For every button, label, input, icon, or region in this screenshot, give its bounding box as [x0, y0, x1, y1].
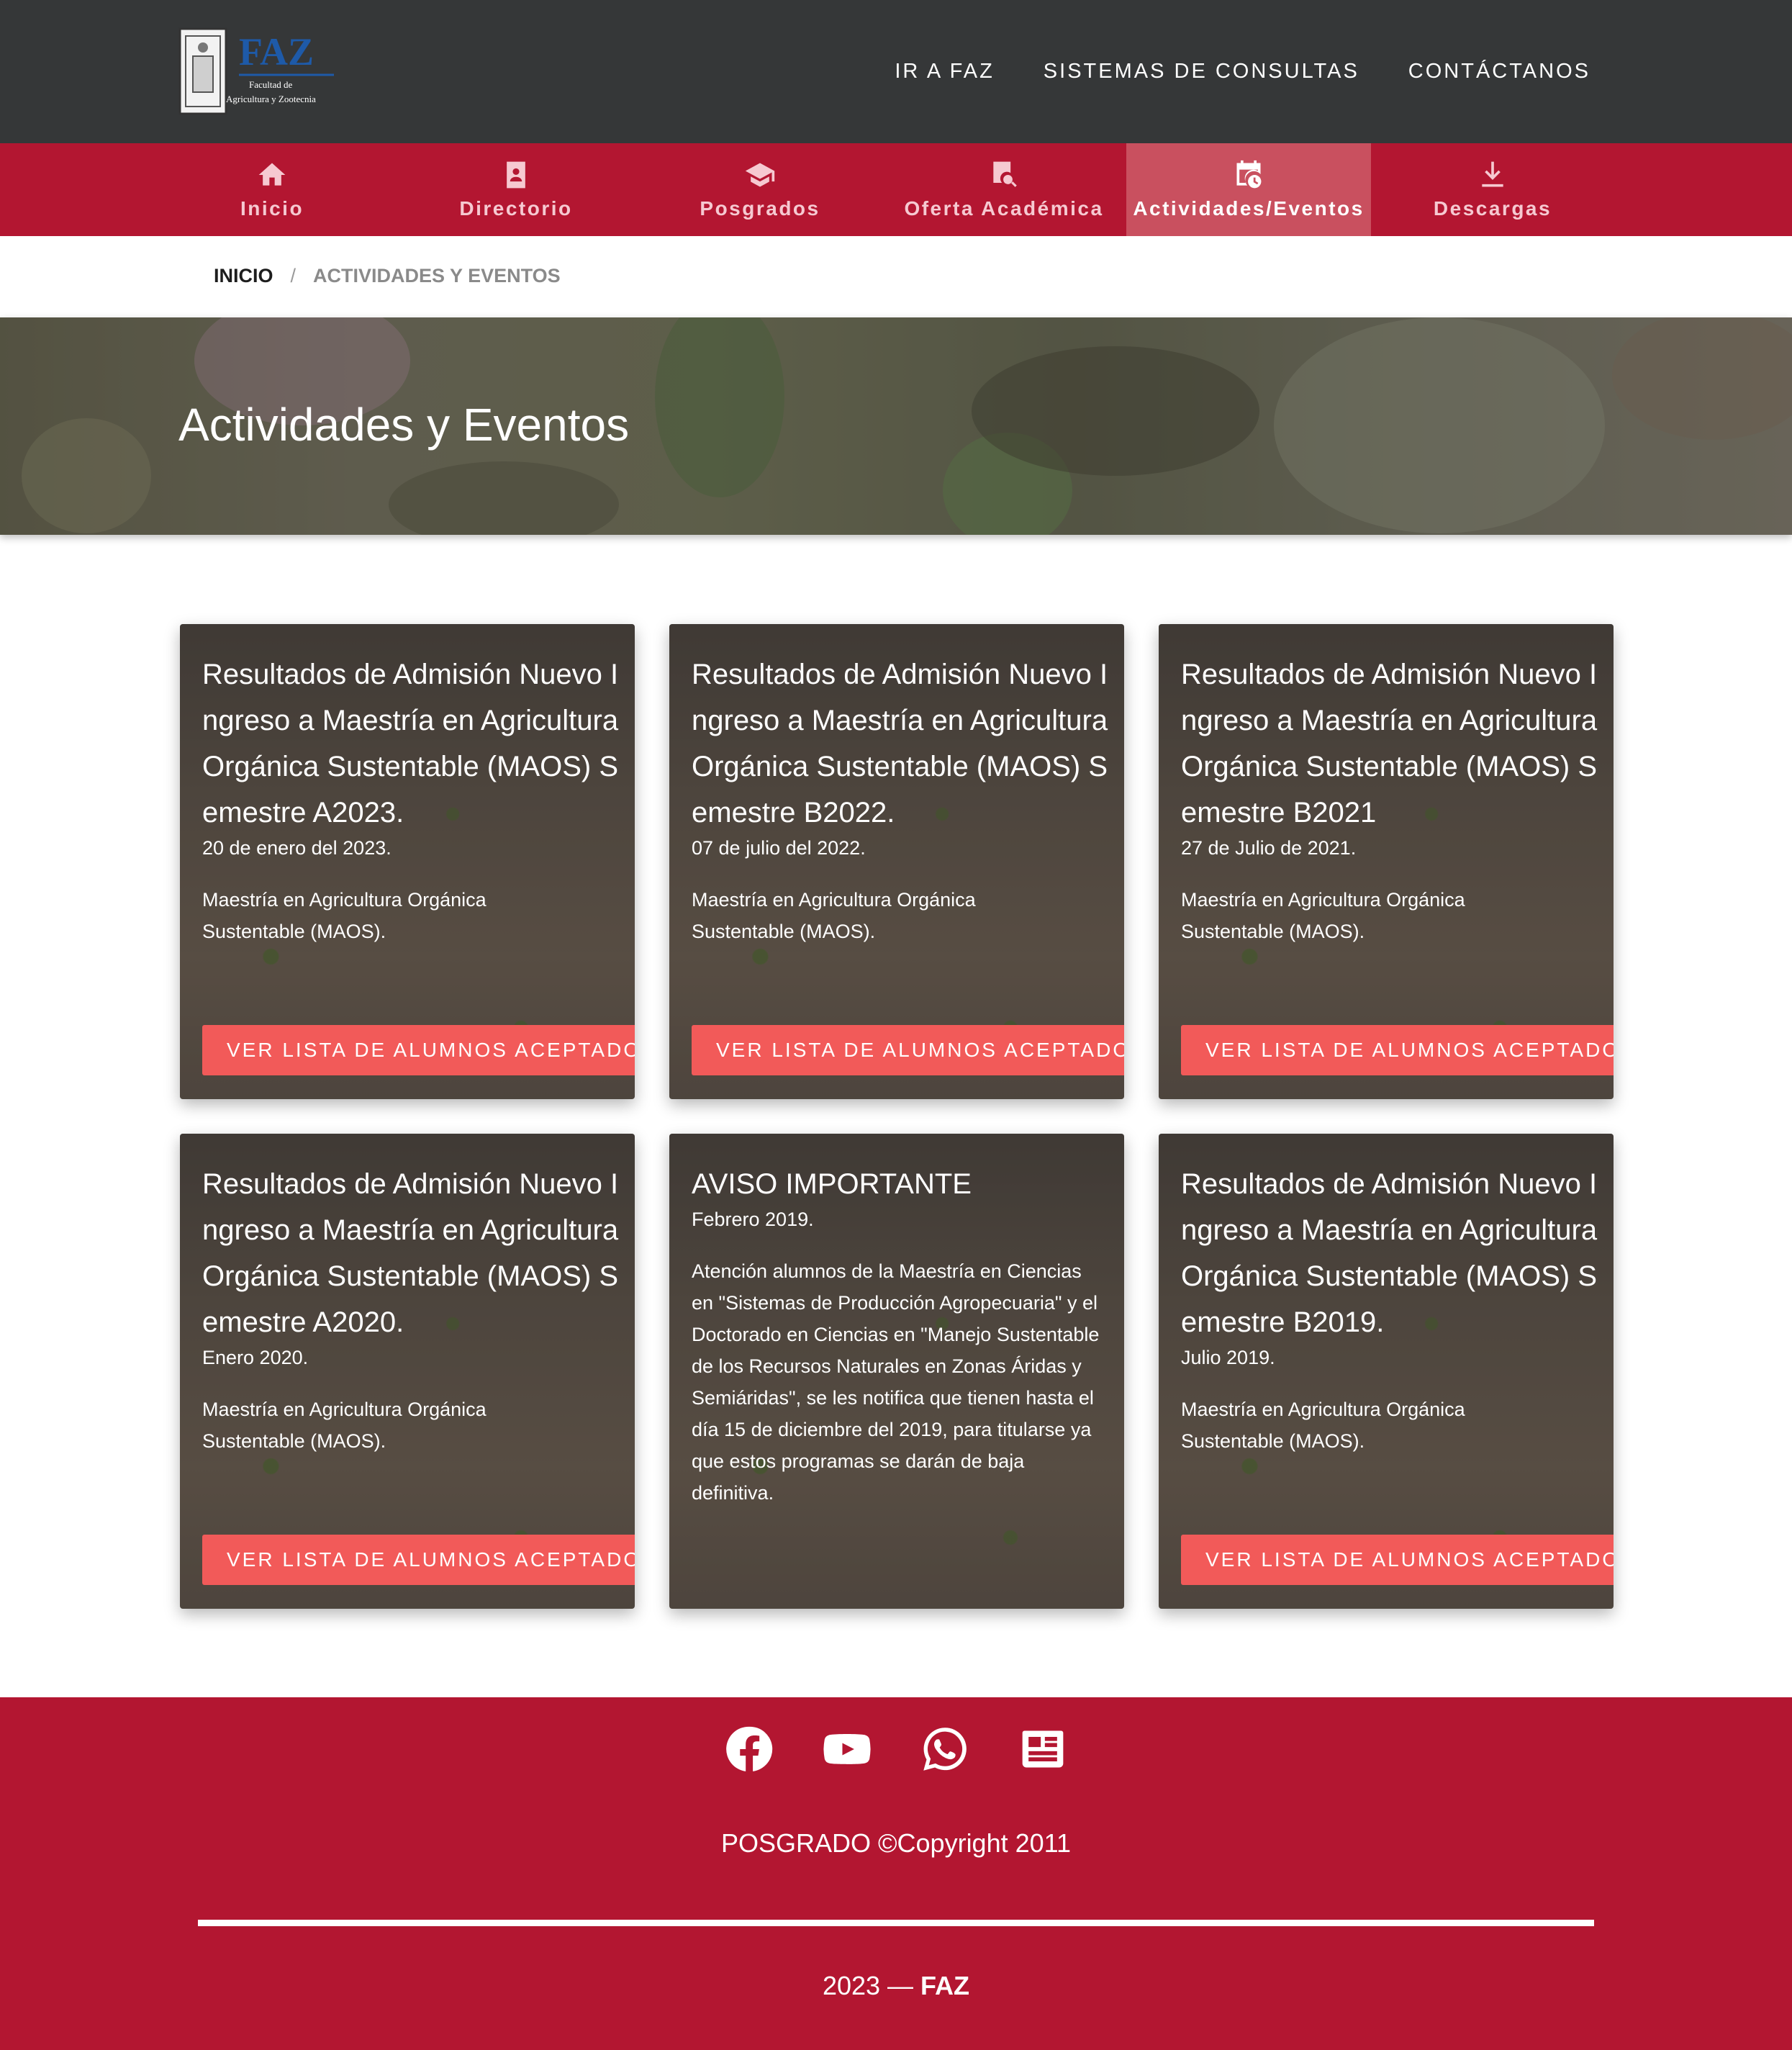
newspaper-icon[interactable]	[1018, 1725, 1067, 1774]
event-card: Resultados de Admisión Nuevo Ingreso a M…	[669, 624, 1124, 1099]
tab-actividades-eventos[interactable]: Actividades/Eventos	[1126, 143, 1371, 236]
card-title: Resultados de Admisión Nuevo Ingreso a M…	[692, 659, 1108, 828]
view-accepted-list-button[interactable]: VER LISTA DE ALUMNOS ACEPTADOS	[1181, 1025, 1614, 1075]
nav-ir-a-faz[interactable]: IR A FAZ	[895, 60, 994, 83]
facebook-icon[interactable]	[725, 1725, 774, 1774]
card-title: Resultados de Admisión Nuevo Ingreso a M…	[1181, 659, 1598, 828]
card-date: 20 de enero del 2023.	[202, 837, 392, 859]
card-date: Enero 2020.	[202, 1347, 309, 1368]
card-description: Atención alumnos de la Maestría en Cienc…	[692, 1260, 1100, 1504]
card-description: Maestría en Agricultura Orgánica Sustent…	[692, 889, 976, 942]
tab-inicio[interactable]: Inicio	[150, 143, 394, 236]
book-search-icon	[993, 161, 1017, 187]
svg-text:Facultad de: Facultad de	[249, 79, 293, 90]
tab-descargas[interactable]: Descargas	[1370, 143, 1615, 236]
card-title: Resultados de Admisión Nuevo Ingreso a M…	[202, 659, 619, 828]
footer-copyright: POSGRADO ©Copyright 2011	[720, 1828, 1072, 1858]
breadcrumb-separator: /	[290, 265, 297, 286]
view-accepted-list-button[interactable]: VER LISTA DE ALUMNOS ACEPTADOS	[202, 1025, 635, 1075]
card-date: Febrero 2019.	[692, 1209, 814, 1230]
view-accepted-list-button[interactable]: VER LISTA DE ALUMNOS ACEPTADOS	[1181, 1535, 1614, 1585]
section-tabs: Inicio Directorio Posgrados Oferta Acadé…	[0, 143, 1792, 236]
card-title: AVISO IMPORTANTE	[692, 1168, 972, 1200]
card-title: Resultados de Admisión Nuevo Ingreso a M…	[202, 1168, 619, 1338]
tab-directorio[interactable]: Directorio	[394, 143, 638, 236]
card-description: Maestría en Agricultura Orgánica Sustent…	[1181, 1399, 1465, 1452]
page-title: Actividades y Eventos	[178, 399, 630, 451]
breadcrumb: INICIO / ACTIVIDADES Y EVENTOS	[214, 265, 561, 287]
footer-year: 2023 — FAZ	[0, 1971, 1792, 2001]
top-header: FAZ Facultad de Agricultura y Zootecnia …	[0, 0, 1792, 143]
faz-logo[interactable]: FAZ Facultad de Agricultura y Zootecnia	[178, 27, 337, 115]
breadcrumb-home[interactable]: INICIO	[214, 265, 273, 287]
card-description: Maestría en Agricultura Orgánica Sustent…	[202, 1399, 487, 1452]
event-card: Resultados de Admisión Nuevo Ingreso a M…	[1159, 1134, 1614, 1609]
notice-card: AVISO IMPORTANTE Febrero 2019. Atención …	[669, 1134, 1124, 1609]
footer-year-text: 2023 —	[822, 1971, 914, 2000]
download-icon	[1482, 161, 1503, 186]
card-title: Resultados de Admisión Nuevo Ingreso a M…	[1181, 1168, 1598, 1338]
view-accepted-list-button[interactable]: VER LISTA DE ALUMNOS ACEPTADOS	[202, 1535, 635, 1585]
svg-text:FAZ: FAZ	[239, 30, 314, 73]
footer-divider	[198, 1920, 1594, 1926]
svg-text:Agricultura y Zootecnia: Agricultura y Zootecnia	[226, 94, 316, 104]
card-description: Maestría en Agricultura Orgánica Sustent…	[1181, 889, 1465, 942]
card-date: Julio 2019.	[1181, 1347, 1275, 1368]
nav-contactanos[interactable]: CONTÁCTANOS	[1408, 60, 1590, 83]
whatsapp-icon[interactable]	[920, 1725, 969, 1774]
top-nav: IR A FAZ SISTEMAS DE CONSULTAS CONTÁCTAN…	[895, 0, 1590, 143]
card-description: Maestría en Agricultura Orgánica Sustent…	[202, 889, 487, 942]
tab-oferta-academica[interactable]: Oferta Académica	[882, 143, 1126, 236]
hero-banner: Actividades y Eventos	[0, 317, 1792, 535]
breadcrumb-current: ACTIVIDADES Y EVENTOS	[313, 265, 561, 286]
contact-book-icon	[507, 161, 525, 188]
event-card: Resultados de Admisión Nuevo Ingreso a M…	[180, 1134, 635, 1609]
card-date: 27 de Julio de 2021.	[1181, 837, 1357, 859]
youtube-icon[interactable]	[823, 1725, 872, 1774]
social-links	[0, 1725, 1792, 1774]
home-icon	[258, 163, 286, 186]
nav-sistemas-de-consultas[interactable]: SISTEMAS DE CONSULTAS	[1044, 60, 1359, 83]
event-card: Resultados de Admisión Nuevo Ingreso a M…	[180, 624, 635, 1099]
event-card: Resultados de Admisión Nuevo Ingreso a M…	[1159, 624, 1614, 1099]
calendar-clock-icon	[1236, 160, 1262, 188]
card-date: 07 de julio del 2022.	[692, 837, 866, 859]
graduation-cap-icon	[745, 163, 775, 186]
view-accepted-list-button[interactable]: VER LISTA DE ALUMNOS ACEPTADOS	[692, 1025, 1124, 1075]
footer-brand: FAZ	[920, 1971, 970, 2000]
tab-posgrados[interactable]: Posgrados	[638, 143, 882, 236]
